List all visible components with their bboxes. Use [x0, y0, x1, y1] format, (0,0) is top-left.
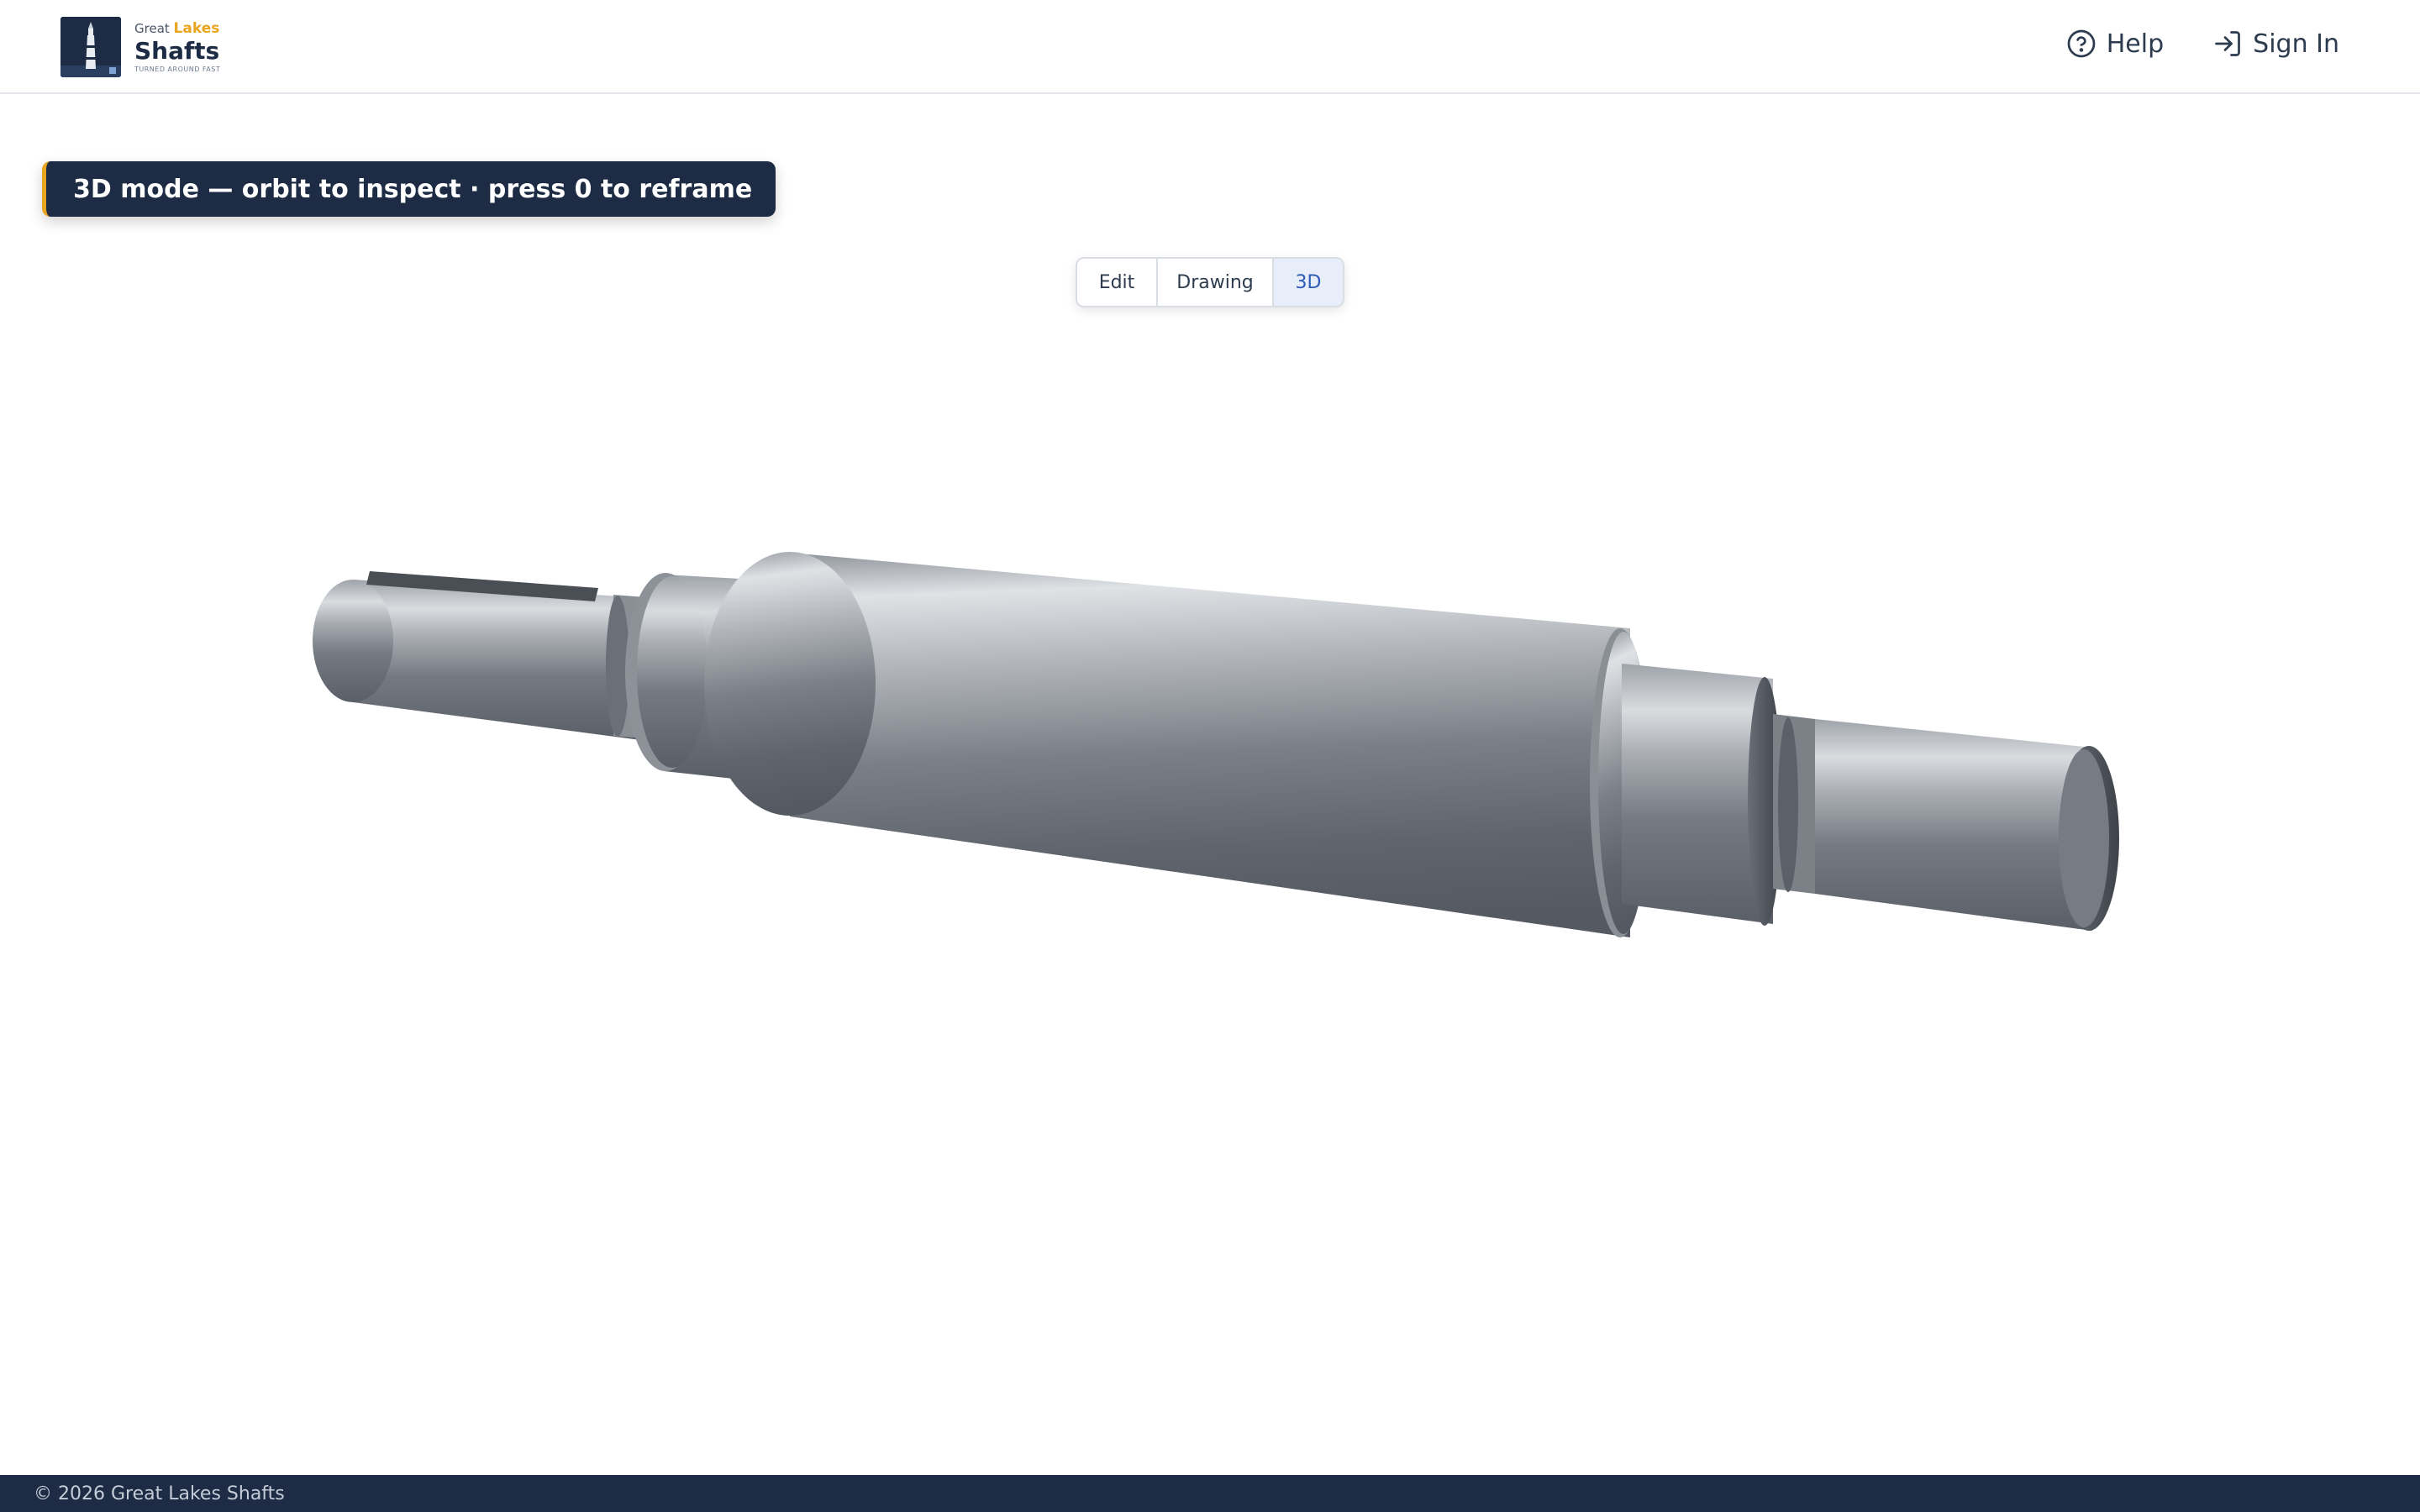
toast-message: 3D mode — orbit to inspect · press 0 to … — [73, 174, 753, 204]
footer: © 2026 Great Lakes Shafts — [0, 1475, 2420, 1512]
brand-top-word: Great — [134, 20, 170, 36]
help-label: Help — [2106, 29, 2165, 59]
lighthouse-logo-icon — [60, 17, 121, 77]
top-nav: Help Sign In — [2066, 29, 2339, 59]
view-mode-switcher: Edit Drawing 3D — [1076, 257, 1344, 307]
help-circle-icon — [2066, 29, 2096, 59]
top-bar: Great Lakes Shafts TURNED AROUND FAST He… — [0, 0, 2420, 94]
footer-copyright: © 2026 Great Lakes Shafts — [34, 1483, 285, 1504]
mode-toast: 3D mode — orbit to inspect · press 0 to … — [42, 161, 776, 217]
brand-name: Shafts — [134, 36, 220, 65]
brand-tagline: TURNED AROUND FAST — [134, 65, 221, 73]
tab-3d[interactable]: 3D — [1274, 259, 1343, 306]
sign-in-label: Sign In — [2253, 29, 2339, 59]
tab-drawing[interactable]: Drawing — [1158, 259, 1274, 306]
tab-edit[interactable]: Edit — [1077, 259, 1158, 306]
brand-accent-word: Lakes — [173, 19, 220, 37]
sign-in-icon — [2212, 29, 2243, 59]
sign-in-link[interactable]: Sign In — [2212, 29, 2339, 59]
help-link[interactable]: Help — [2066, 29, 2164, 59]
brand-logo[interactable]: Great Lakes Shafts TURNED AROUND FAST — [60, 17, 220, 77]
